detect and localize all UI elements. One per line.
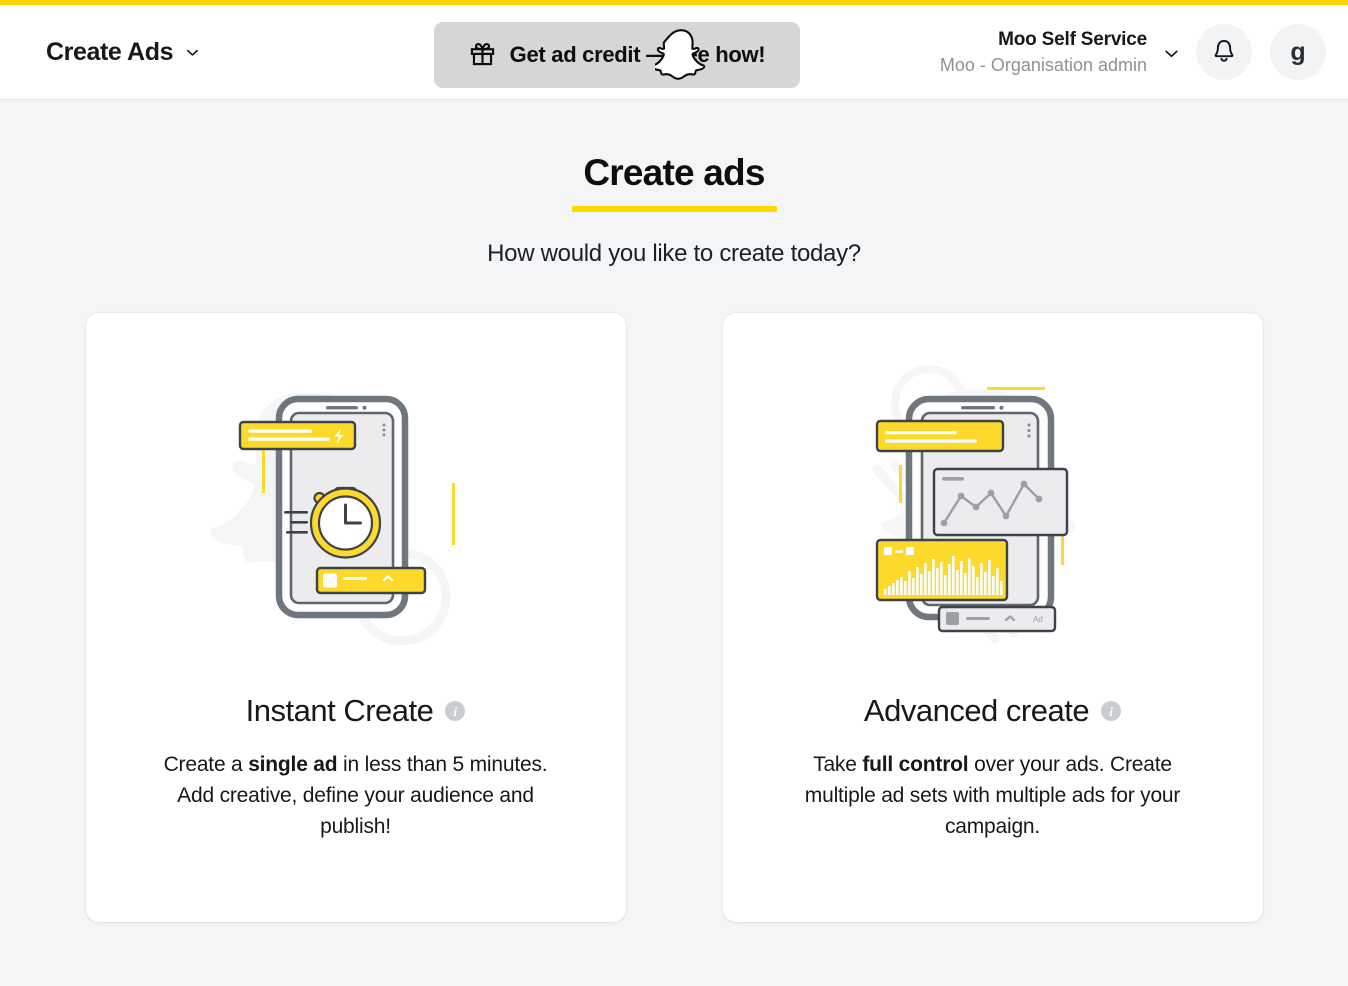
account-area: Moo Self Service Moo - Organisation admi… xyxy=(940,24,1326,80)
avatar[interactable]: g xyxy=(1270,24,1326,80)
chevron-down-icon xyxy=(185,45,200,60)
chevron-down-icon xyxy=(1163,45,1178,60)
instant-create-heading: Instant Create i xyxy=(246,693,466,729)
account-name: Moo Self Service xyxy=(998,28,1147,50)
phone-stopwatch-illustration xyxy=(206,365,506,645)
card-title: Advanced create xyxy=(863,693,1090,728)
svg-text:Ad: Ad xyxy=(1033,615,1043,624)
card-title: Instant Create xyxy=(245,693,434,728)
title-underline xyxy=(571,206,777,212)
phone-analytics-illustration: Ad xyxy=(843,365,1143,645)
bell-icon xyxy=(1211,38,1237,67)
page-subtitle: How would you like to create today? xyxy=(487,240,861,267)
instant-create-description: Create a single ad in less than 5 minute… xyxy=(163,753,548,839)
create-ads-menu[interactable]: Create Ads xyxy=(0,38,200,67)
create-options: Instant Create i Create a single ad in l… xyxy=(0,313,1348,922)
get-ad-credit-label: Get ad credit — see how! xyxy=(509,42,766,67)
account-switcher[interactable]: Moo Self Service Moo - Organisation admi… xyxy=(940,28,1178,76)
notifications-button[interactable] xyxy=(1196,24,1252,80)
app-header: Create Ads Get ad credit — see how! Moo … xyxy=(0,5,1348,100)
gift-icon xyxy=(469,40,496,70)
get-ad-credit-button[interactable]: Get ad credit — see how! xyxy=(434,22,800,88)
info-icon[interactable]: i xyxy=(1101,701,1122,721)
avatar-letter: g xyxy=(1290,37,1306,66)
info-icon[interactable]: i xyxy=(445,701,466,721)
instant-create-card[interactable]: Instant Create i Create a single ad in l… xyxy=(85,313,626,922)
page-title-wrap: Create ads xyxy=(0,152,1348,212)
create-ads-page: Create ads How would you like to create … xyxy=(0,100,1348,922)
advanced-create-card[interactable]: Ad Advanced create i Take full control o… xyxy=(722,313,1263,922)
account-role: Moo - Organisation admin xyxy=(939,54,1147,75)
page-title: Create ads xyxy=(583,152,765,193)
brand-title: Create Ads xyxy=(46,37,174,66)
advanced-create-description: Take full control over your ads. Create … xyxy=(804,753,1181,839)
advanced-create-heading: Advanced create i xyxy=(863,693,1122,729)
